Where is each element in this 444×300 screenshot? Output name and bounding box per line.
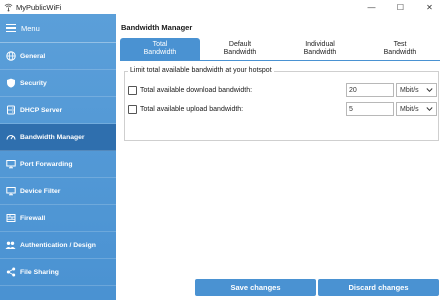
download-limit-label: Total available download bandwidth: bbox=[140, 86, 253, 94]
tab-individual-bandwidth[interactable]: Individual Bandwidth bbox=[280, 38, 360, 60]
tab-test-bandwidth[interactable]: Test Bandwidth bbox=[360, 38, 440, 60]
main-panel: Bandwidth Manager Total Bandwidth Default… bbox=[116, 14, 444, 300]
tab-label-line1: Total bbox=[152, 41, 168, 48]
upload-unit-value: Mbit/s bbox=[400, 105, 419, 113]
download-bandwidth-input[interactable]: 20 bbox=[346, 83, 394, 97]
sidebar-item-firewall[interactable]: Firewall bbox=[0, 205, 116, 232]
tab-total-bandwidth[interactable]: Total Bandwidth bbox=[120, 38, 200, 60]
hamburger-icon bbox=[6, 22, 16, 34]
sidebar-item-label: Device Filter bbox=[20, 187, 61, 195]
speedometer-icon bbox=[5, 132, 16, 143]
server-icon bbox=[5, 105, 16, 116]
sidebar-item-file-sharing[interactable]: File Sharing bbox=[0, 259, 116, 286]
share-icon bbox=[5, 267, 16, 278]
download-unit-value: Mbit/s bbox=[400, 86, 419, 94]
sidebar-item-label: Security bbox=[20, 79, 47, 87]
sidebar-item-label: Firewall bbox=[20, 214, 46, 222]
sidebar-item-device-filter[interactable]: Device Filter bbox=[0, 178, 116, 205]
tab-default-bandwidth[interactable]: Default Bandwidth bbox=[200, 38, 280, 60]
chevron-down-icon bbox=[426, 87, 433, 95]
upload-bandwidth-input[interactable]: 5 bbox=[346, 102, 394, 116]
sidebar-item-dhcp-server[interactable]: DHCP Server bbox=[0, 97, 116, 124]
sidebar-item-label: File Sharing bbox=[20, 268, 59, 276]
tab-label-line1: Individual bbox=[305, 41, 335, 48]
tab-label-line2: Bandwidth bbox=[223, 49, 257, 56]
download-row: Total available download bandwidth: 20 M… bbox=[128, 83, 437, 97]
chevron-down-icon bbox=[426, 106, 433, 114]
sidebar-item-label: Authentication / Design bbox=[20, 241, 96, 249]
monitor-icon bbox=[5, 159, 16, 170]
sidebar-item-bandwidth-manager[interactable]: Bandwidth Manager bbox=[0, 124, 116, 151]
firewall-icon bbox=[5, 213, 16, 224]
sidebar-item-label: Bandwidth Manager bbox=[20, 133, 85, 141]
user-group-icon bbox=[5, 240, 16, 251]
upload-unit-select[interactable]: Mbit/s bbox=[396, 102, 437, 116]
sidebar: Menu General Security DHCP Server Bandwi… bbox=[0, 14, 116, 300]
tab-label-line1: Test bbox=[393, 41, 407, 48]
monitor-icon bbox=[5, 186, 16, 197]
window-title: MyPublicWiFi bbox=[16, 2, 62, 12]
maximize-button[interactable]: ☐ bbox=[386, 0, 415, 14]
sidebar-item-security[interactable]: Security bbox=[0, 70, 116, 97]
page-title: Bandwidth Manager bbox=[121, 23, 193, 32]
group-title: Limit total available bandwidth at your … bbox=[128, 67, 274, 74]
tab-label-line2: Bandwidth bbox=[303, 49, 337, 56]
sidebar-item-port-forwarding[interactable]: Port Forwarding bbox=[0, 151, 116, 178]
title-bar: MyPublicWiFi — ☐ ✕ bbox=[0, 0, 444, 14]
tab-label-line1: Default bbox=[228, 41, 252, 48]
sidebar-item-label: DHCP Server bbox=[20, 106, 63, 114]
discard-changes-button[interactable]: Discard changes bbox=[318, 279, 439, 296]
bandwidth-limit-group: Limit total available bandwidth at your … bbox=[124, 67, 439, 141]
sidebar-item-label: Port Forwarding bbox=[20, 160, 73, 168]
globe-icon bbox=[5, 51, 16, 62]
sidebar-item-general[interactable]: General bbox=[0, 43, 116, 70]
menu-label: Menu bbox=[21, 23, 40, 33]
tab-label-line2: Bandwidth bbox=[383, 49, 417, 56]
close-button[interactable]: ✕ bbox=[415, 0, 444, 14]
upload-limit-label: Total available upload bandwidth: bbox=[140, 105, 244, 113]
wifi-app-icon bbox=[3, 2, 13, 12]
menu-toggle[interactable]: Menu bbox=[0, 14, 116, 43]
shield-icon bbox=[5, 78, 16, 89]
sidebar-item-label: General bbox=[20, 52, 46, 60]
tab-underline bbox=[120, 60, 440, 61]
upload-row: Total available upload bandwidth: 5 Mbit… bbox=[128, 102, 437, 116]
download-limit-checkbox[interactable] bbox=[128, 85, 137, 95]
minimize-button[interactable]: — bbox=[357, 0, 386, 14]
upload-limit-checkbox[interactable] bbox=[128, 104, 137, 114]
download-unit-select[interactable]: Mbit/s bbox=[396, 83, 437, 97]
save-changes-button[interactable]: Save changes bbox=[195, 279, 316, 296]
tab-bar: Total Bandwidth Default Bandwidth Individu… bbox=[120, 38, 440, 60]
sidebar-item-authentication-design[interactable]: Authentication / Design bbox=[0, 232, 116, 259]
tab-label-line2: Bandwidth bbox=[143, 49, 177, 56]
